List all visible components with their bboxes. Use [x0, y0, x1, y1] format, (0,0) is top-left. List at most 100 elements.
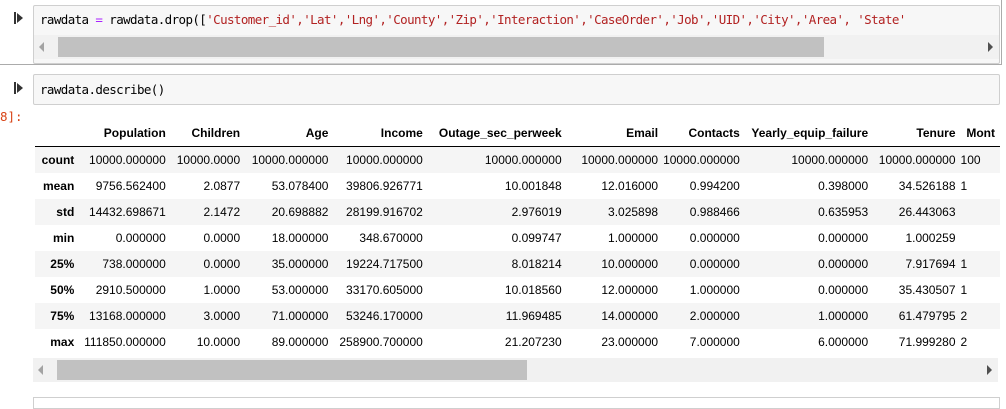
code-line: rawdata = rawdata.drop(['Customer_id','L…: [40, 12, 906, 27]
scroll-right-icon[interactable]: [988, 42, 993, 52]
table-cell: 1: [960, 257, 968, 271]
table-cell: 0.398000: [818, 179, 869, 193]
code-horizontal-scrollbar[interactable]: [34, 35, 999, 59]
table-cell: 738.000000: [102, 257, 166, 271]
table-cell: 14432.698671: [89, 205, 166, 219]
table-cell: 0.635953: [818, 205, 869, 219]
table-cell: 0.000000: [818, 231, 869, 245]
table-cell: 0.000000: [115, 231, 166, 245]
table-cell: 2.976019: [511, 205, 562, 219]
table-cell: 10000.000000: [89, 153, 166, 167]
table-cell: 0.000000: [818, 257, 869, 271]
table-cell: 11.969485: [505, 309, 562, 323]
table-cell: 71.000000: [271, 309, 329, 323]
table-cell: 14.000000: [601, 309, 659, 323]
table-cell: 6.000000: [818, 335, 869, 349]
table-cell: 2.1472: [203, 205, 241, 219]
table-cell: 0.0000: [203, 257, 241, 271]
table-cell: 26.443063: [898, 205, 956, 219]
table-header-row: Population Children Age Income Outage_sec_pe…: [35, 120, 1000, 147]
table-row: 25% 738.000000 0.0000 35.000000 19224.717500…: [35, 251, 1000, 277]
run-cell-icon[interactable]: [14, 12, 23, 24]
table-cell: 0.000000: [818, 283, 869, 297]
table-cell: 1: [960, 179, 968, 193]
table-cell: 53.078400: [271, 179, 329, 193]
table-cell: 2910.500000: [95, 283, 166, 297]
table-cell: 12.000000: [601, 283, 659, 297]
column-header: Mont: [960, 120, 1000, 147]
table-row: max 111850.000000 10.0000 89.000000 258900.7…: [35, 329, 1000, 355]
table-cell: 8.018214: [511, 257, 562, 271]
next-cell-input[interactable]: [33, 397, 1000, 409]
table-cell: 21.207230: [504, 335, 562, 349]
table-cell: 7.000000: [689, 335, 740, 349]
table-cell: 10.018560: [504, 283, 562, 297]
table-cell: 35.430507: [898, 283, 956, 297]
table-cell: [961, 225, 1000, 251]
table-cell: 1: [960, 283, 968, 297]
table-cell: 13168.000000: [89, 309, 166, 323]
table-cell: 111850.000000: [84, 335, 166, 349]
table-cell: 71.999280: [898, 335, 956, 349]
column-header: Tenure: [873, 120, 961, 147]
table-cell: 3.025898: [608, 205, 659, 219]
table-cell: 0.994200: [689, 179, 740, 193]
table-row: std 14432.698671 2.1472 20.698882 28199.9167…: [35, 199, 1000, 225]
table-cell: 10000.000000: [791, 153, 869, 167]
table-cell: 7.917694: [905, 257, 956, 271]
code-line: rawdata.describe(): [40, 82, 165, 97]
scroll-left-icon[interactable]: [38, 365, 43, 375]
row-label: 25%: [50, 257, 75, 271]
table-cell: 10000.000000: [484, 153, 562, 167]
table-cell: 20.698882: [271, 205, 329, 219]
table-cell: 1.000000: [689, 283, 740, 297]
table-cell: 10000.000000: [878, 153, 956, 167]
code-input-describe[interactable]: rawdata.describe(): [33, 74, 1000, 105]
table-cell: 10.000000: [601, 257, 659, 271]
row-label: 75%: [50, 309, 75, 323]
table-cell: 61.479795: [898, 309, 956, 323]
output-prompt: 8]:: [0, 109, 23, 124]
table-cell: 100: [960, 153, 981, 167]
table-cell: 18.000000: [271, 231, 329, 245]
table-cell: 2.0877: [203, 179, 241, 193]
table-cell: 53246.170000: [346, 309, 423, 323]
table-cell: 2: [960, 335, 968, 349]
table-cell: 1.000000: [818, 309, 869, 323]
table-cell: [961, 199, 1000, 225]
table-row: 75% 13168.000000 3.0000 71.000000 53246.1700…: [35, 303, 1000, 329]
table-cell: 9756.562400: [95, 179, 166, 193]
table-cell: 35.000000: [271, 257, 329, 271]
table-cell: 23.000000: [601, 335, 659, 349]
table-cell: 0.000000: [689, 257, 740, 271]
code-input-drop[interactable]: rawdata = rawdata.drop(['Customer_id','L…: [33, 5, 1000, 64]
scrollbar-thumb[interactable]: [57, 360, 527, 380]
column-header: Yearly_equip_failure: [744, 120, 874, 147]
column-header: Children: [170, 120, 246, 147]
scroll-right-icon[interactable]: [987, 365, 992, 375]
table-cell: 0.099747: [511, 231, 562, 245]
output-horizontal-scrollbar[interactable]: [33, 358, 998, 382]
table-cell: 0.988466: [689, 205, 740, 219]
table-cell: 89.000000: [271, 335, 329, 349]
table-cell: 33170.605000: [346, 283, 423, 297]
table-cell: 348.670000: [359, 231, 423, 245]
table-cell: 258900.700000: [339, 335, 423, 349]
scrollbar-thumb[interactable]: [58, 37, 824, 57]
index-header: [35, 120, 80, 147]
table-cell: 10000.000000: [346, 153, 423, 167]
table-cell: 12.016000: [601, 179, 659, 193]
column-header: Income: [333, 120, 428, 147]
table-cell: 39806.926771: [346, 179, 423, 193]
scroll-left-icon[interactable]: [39, 42, 44, 52]
table-cell: 10000.000000: [663, 153, 740, 167]
table-cell: 2: [960, 309, 968, 323]
table-cell: 10000.000000: [251, 153, 329, 167]
row-label: 50%: [50, 283, 75, 297]
row-label: min: [52, 231, 75, 245]
table-cell: 10.0000: [196, 335, 241, 349]
run-cell-icon[interactable]: [14, 82, 23, 94]
table-cell: 1.000000: [608, 231, 659, 245]
table-cell: 28199.916702: [346, 205, 423, 219]
row-label: mean: [42, 179, 75, 193]
